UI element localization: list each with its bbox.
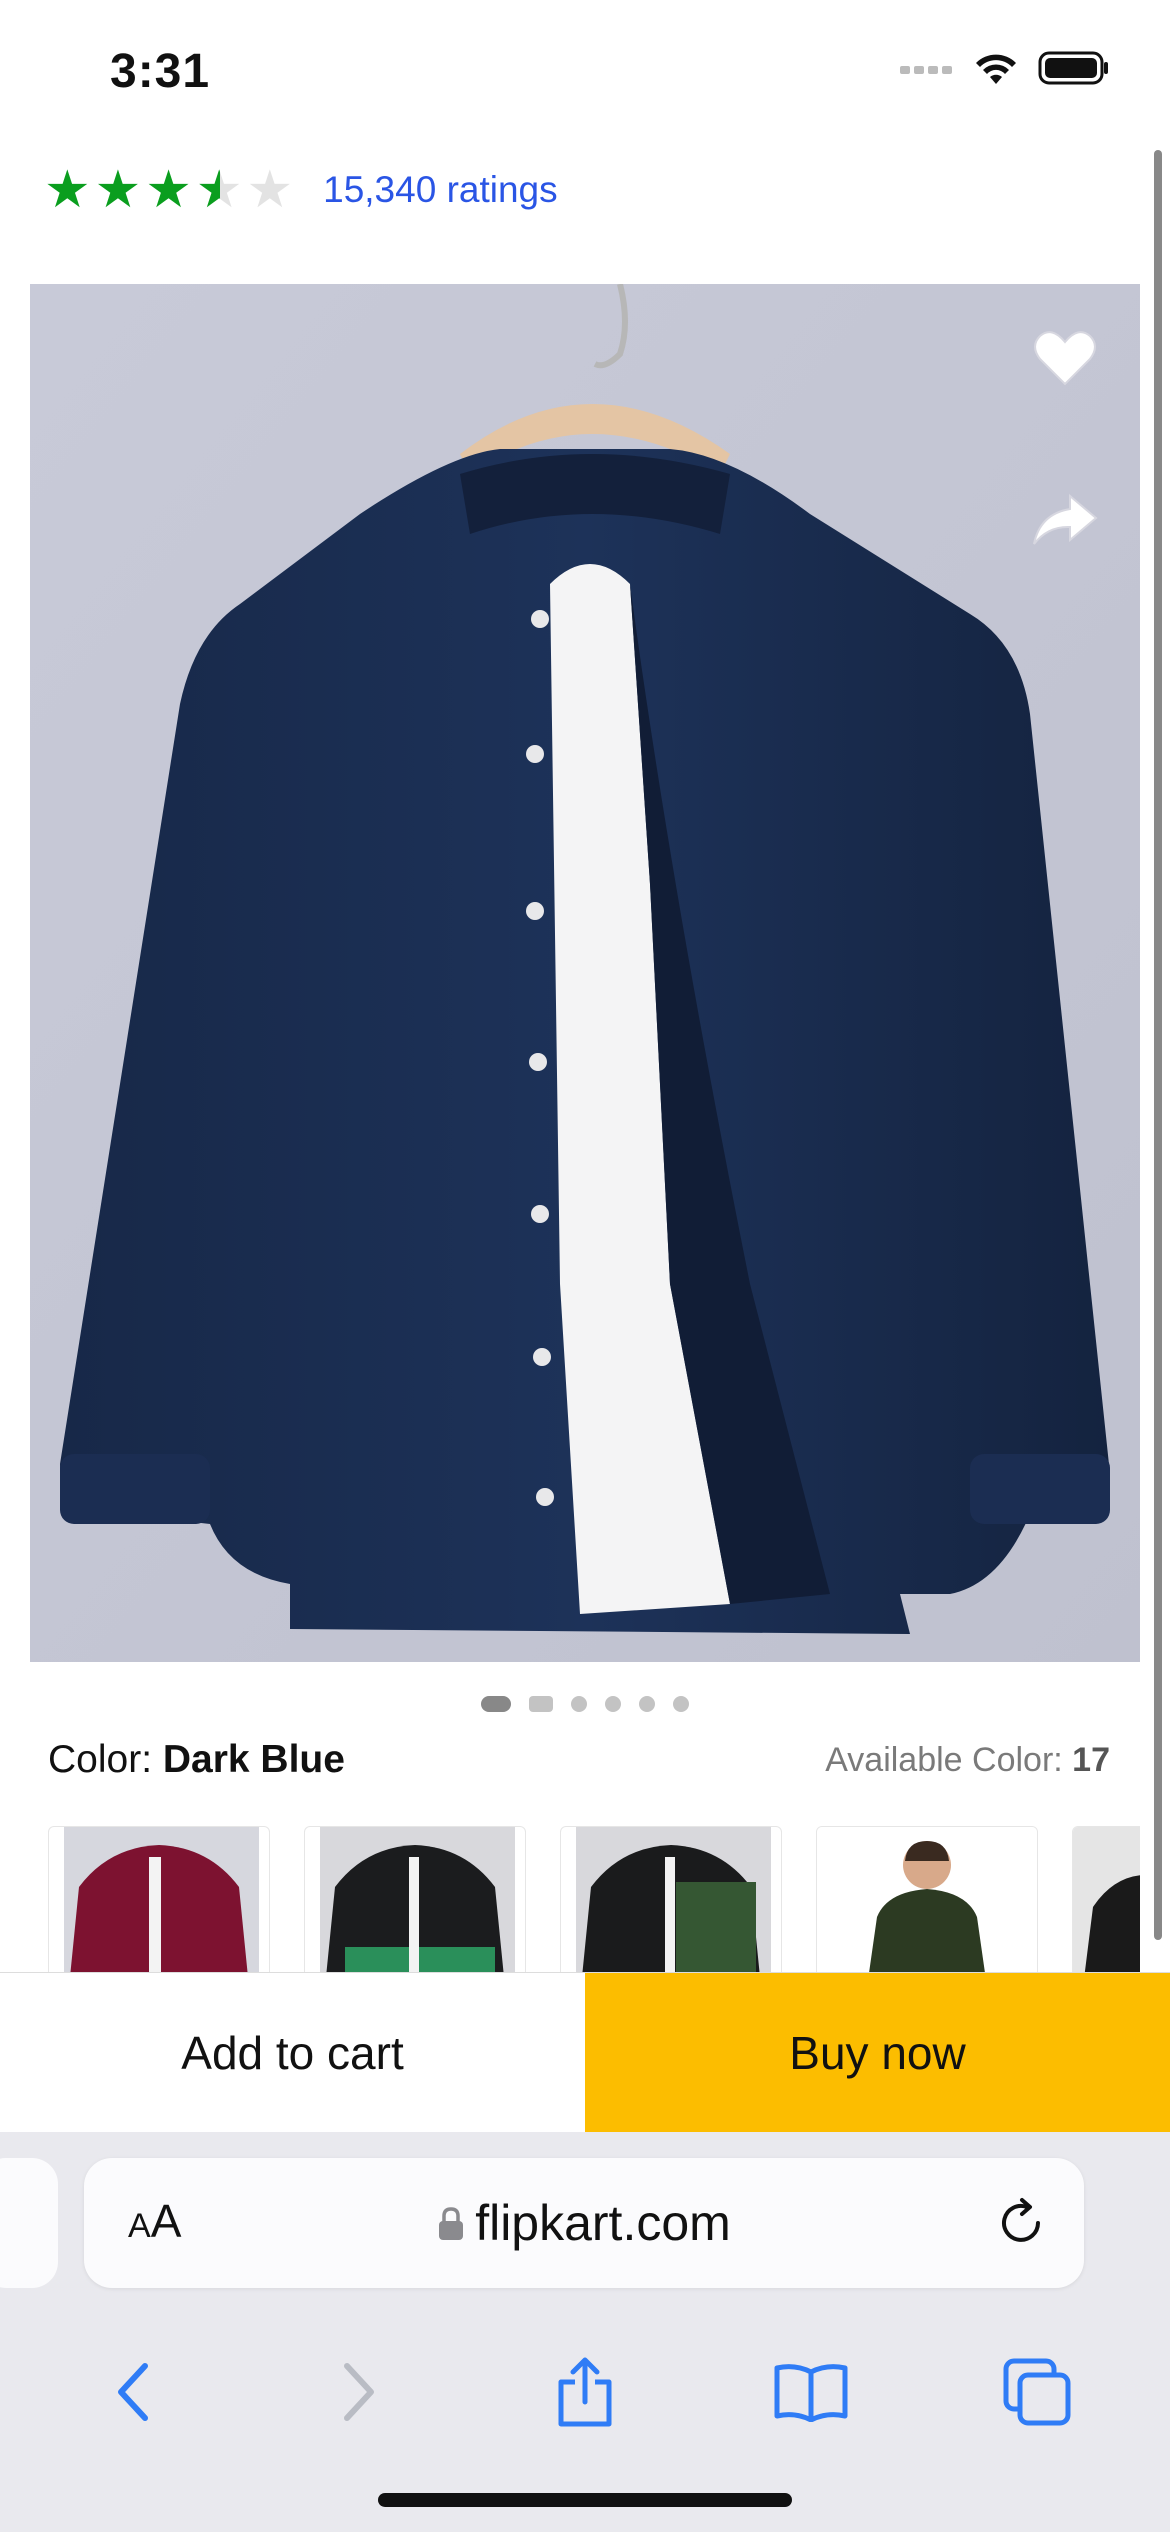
color-row: Color: Dark Blue Available Color: 17 (48, 1738, 1110, 1782)
share-icon[interactable] (1030, 484, 1100, 554)
buy-now-button[interactable]: Buy now (585, 1973, 1170, 2133)
wifi-icon (976, 54, 1016, 84)
color-swatch-maroon[interactable] (48, 1826, 270, 1972)
ratings-count-link[interactable]: 15,340 ratings (323, 169, 558, 211)
gallery-indicator (0, 1696, 1170, 1712)
cellular-signal-icon (900, 66, 952, 74)
rating-row[interactable]: ★ ★ ★ ★ ★ ★ 15,340 ratings (44, 162, 558, 218)
available-colors: Available Color: 17 (825, 1740, 1110, 1779)
star-icon: ★ (145, 161, 192, 219)
tabs-button[interactable] (997, 2352, 1077, 2432)
black-shirt-thumbnail (1073, 1827, 1140, 1972)
half-star-icon: ★ ★ (195, 161, 243, 219)
bookmarks-button[interactable] (771, 2352, 851, 2432)
black-green-shirt-thumbnail (576, 1827, 771, 1972)
add-to-cart-button[interactable]: Add to cart (0, 1973, 585, 2133)
browser-bottom-bar: AA flipkart.com (0, 2132, 1170, 2532)
chevron-left-icon (118, 2363, 148, 2421)
purchase-action-bar: Add to cart Buy now (0, 1972, 1170, 2133)
gallery-dot-active[interactable] (481, 1696, 511, 1712)
gallery-dot[interactable] (639, 1696, 655, 1712)
star-icon: ★ (44, 161, 91, 219)
status-icons (900, 50, 1110, 86)
url-domain[interactable]: flipkart.com (84, 2194, 1084, 2252)
gallery-dot[interactable] (571, 1696, 587, 1712)
color-swatch-black-green-print[interactable] (304, 1826, 526, 1972)
video-dot-icon[interactable] (529, 1696, 553, 1712)
forward-button[interactable] (319, 2352, 399, 2432)
color-swatches (48, 1826, 1140, 1972)
lock-icon (439, 2207, 464, 2240)
gallery-dot[interactable] (605, 1696, 621, 1712)
star-rating: ★ ★ ★ ★ ★ ★ (44, 162, 293, 218)
address-bar[interactable]: AA flipkart.com (84, 2158, 1084, 2288)
battery-icon (1038, 51, 1108, 85)
shirt-photo (30, 284, 1140, 1662)
status-time: 3:31 (110, 45, 211, 98)
color-swatch-black-green-block[interactable] (560, 1826, 782, 1972)
product-image[interactable] (30, 284, 1140, 1662)
star-icon: ★ (94, 161, 142, 219)
chevron-right-icon (344, 2363, 374, 2421)
black-print-shirt-thumbnail (320, 1827, 515, 1972)
scroll-indicator[interactable] (1154, 150, 1162, 1940)
book-icon (774, 2364, 848, 2422)
tabs-icon (1003, 2358, 1071, 2426)
status-bar: 3:31 (0, 0, 1170, 140)
browser-toolbar (0, 2332, 1170, 2452)
home-indicator (378, 2493, 792, 2507)
share-button[interactable] (545, 2352, 625, 2432)
back-button[interactable] (93, 2352, 173, 2432)
color-swatch-olive-model[interactable] (816, 1826, 1038, 1972)
wishlist-heart-icon[interactable] (1030, 324, 1100, 394)
selected-color: Color: Dark Blue (48, 1738, 345, 1781)
gallery-dot[interactable] (673, 1696, 689, 1712)
model-olive-shirt-thumbnail (817, 1827, 1037, 1972)
previous-tab-peek[interactable] (0, 2158, 58, 2288)
empty-star-icon: ★ (246, 161, 294, 219)
maroon-shirt-thumbnail (64, 1827, 259, 1972)
reload-icon[interactable] (994, 2196, 1048, 2250)
share-up-icon (558, 2357, 612, 2427)
color-swatch-black[interactable] (1072, 1826, 1140, 1972)
